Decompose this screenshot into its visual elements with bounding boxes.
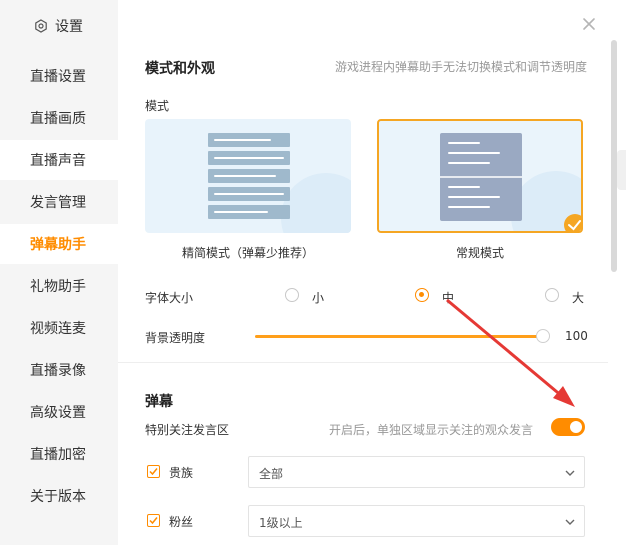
follow-zone-label: 特别关注发言区 xyxy=(145,423,230,437)
sidebar-item-video-link[interactable]: 视频连麦 xyxy=(0,308,118,348)
check-icon xyxy=(149,468,158,476)
sidebar-item-gift-assistant[interactable]: 礼物助手 xyxy=(0,266,118,306)
simple-mode-label: 精简模式（弹幕少推荐） xyxy=(181,246,314,260)
font-size-large-label[interactable]: 大 xyxy=(572,289,584,306)
sidebar-item-live-settings[interactable]: 直播设置 xyxy=(0,56,118,96)
sidebar-item-live-quality[interactable]: 直播画质 xyxy=(0,98,118,138)
noble-select[interactable]: 全部 xyxy=(248,456,585,488)
section-divider xyxy=(118,362,608,363)
sidebar-item-danmu-assistant[interactable]: 弹幕助手 xyxy=(0,224,118,264)
sidebar-item-live-encryption[interactable]: 直播加密 xyxy=(0,434,118,474)
fans-label: 粉丝 xyxy=(169,515,194,529)
chevron-down-icon xyxy=(565,519,575,525)
opacity-slider-track[interactable] xyxy=(255,335,544,338)
gear-icon xyxy=(35,19,47,33)
font-size-large-radio[interactable] xyxy=(545,288,559,302)
font-size-small-label[interactable]: 小 xyxy=(312,289,324,306)
mode-section-note: 游戏进程内弹幕助手无法切换模式和调节透明度 xyxy=(335,60,588,74)
selected-check-icon xyxy=(564,214,581,231)
mode-label: 模式 xyxy=(145,99,170,113)
close-icon[interactable] xyxy=(581,16,597,32)
sidebar-item-live-sound[interactable]: 直播声音 xyxy=(0,140,118,180)
simple-mode-card[interactable] xyxy=(145,119,351,233)
toggle-knob xyxy=(570,421,582,433)
font-size-label: 字体大小 xyxy=(145,291,194,305)
chevron-down-icon xyxy=(565,470,575,476)
settings-sidebar: 设置 直播设置 直播画质 直播声音 发言管理 弹幕助手 礼物助手 视频连麦 直播… xyxy=(0,0,118,545)
normal-mode-preview-icon xyxy=(440,133,522,221)
font-size-small-radio[interactable] xyxy=(285,288,299,302)
opacity-label: 背景透明度 xyxy=(145,331,206,345)
mode-section-title: 模式和外观 xyxy=(145,61,215,77)
follow-zone-note: 开启后，单独区域显示关注的观众发言 xyxy=(329,423,534,437)
sidebar-item-live-recording[interactable]: 直播录像 xyxy=(0,350,118,390)
sidebar-item-advanced-settings[interactable]: 高级设置 xyxy=(0,392,118,432)
fans-select-value: 1级以上 xyxy=(259,516,303,530)
fans-checkbox[interactable] xyxy=(147,514,160,527)
follow-zone-toggle[interactable] xyxy=(551,418,585,436)
sidebar-title: 设置 xyxy=(55,19,83,35)
sidebar-header: 设置 xyxy=(34,16,83,36)
sidebar-item-speech-management[interactable]: 发言管理 xyxy=(0,182,118,222)
danmu-section-title: 弹幕 xyxy=(145,394,173,410)
noble-checkbox[interactable] xyxy=(147,465,160,478)
simple-mode-preview-icon xyxy=(208,133,290,219)
check-icon xyxy=(149,517,158,525)
font-size-medium-label[interactable]: 中 xyxy=(442,289,454,306)
normal-mode-card[interactable] xyxy=(377,119,583,233)
noble-label: 贵族 xyxy=(169,466,194,480)
background-window-edge xyxy=(617,150,626,190)
settings-main-panel: 模式和外观 游戏进程内弹幕助手无法切换模式和调节透明度 模式 精简模式（弹幕少推… xyxy=(118,0,626,545)
opacity-value: 100 xyxy=(565,329,588,343)
font-size-medium-radio[interactable] xyxy=(415,288,429,302)
noble-select-value: 全部 xyxy=(259,467,284,481)
sidebar-item-about-version[interactable]: 关于版本 xyxy=(0,476,118,516)
normal-mode-label: 常规模式 xyxy=(455,246,504,260)
opacity-slider-thumb[interactable] xyxy=(536,329,550,343)
fans-select[interactable]: 1级以上 xyxy=(248,505,585,537)
